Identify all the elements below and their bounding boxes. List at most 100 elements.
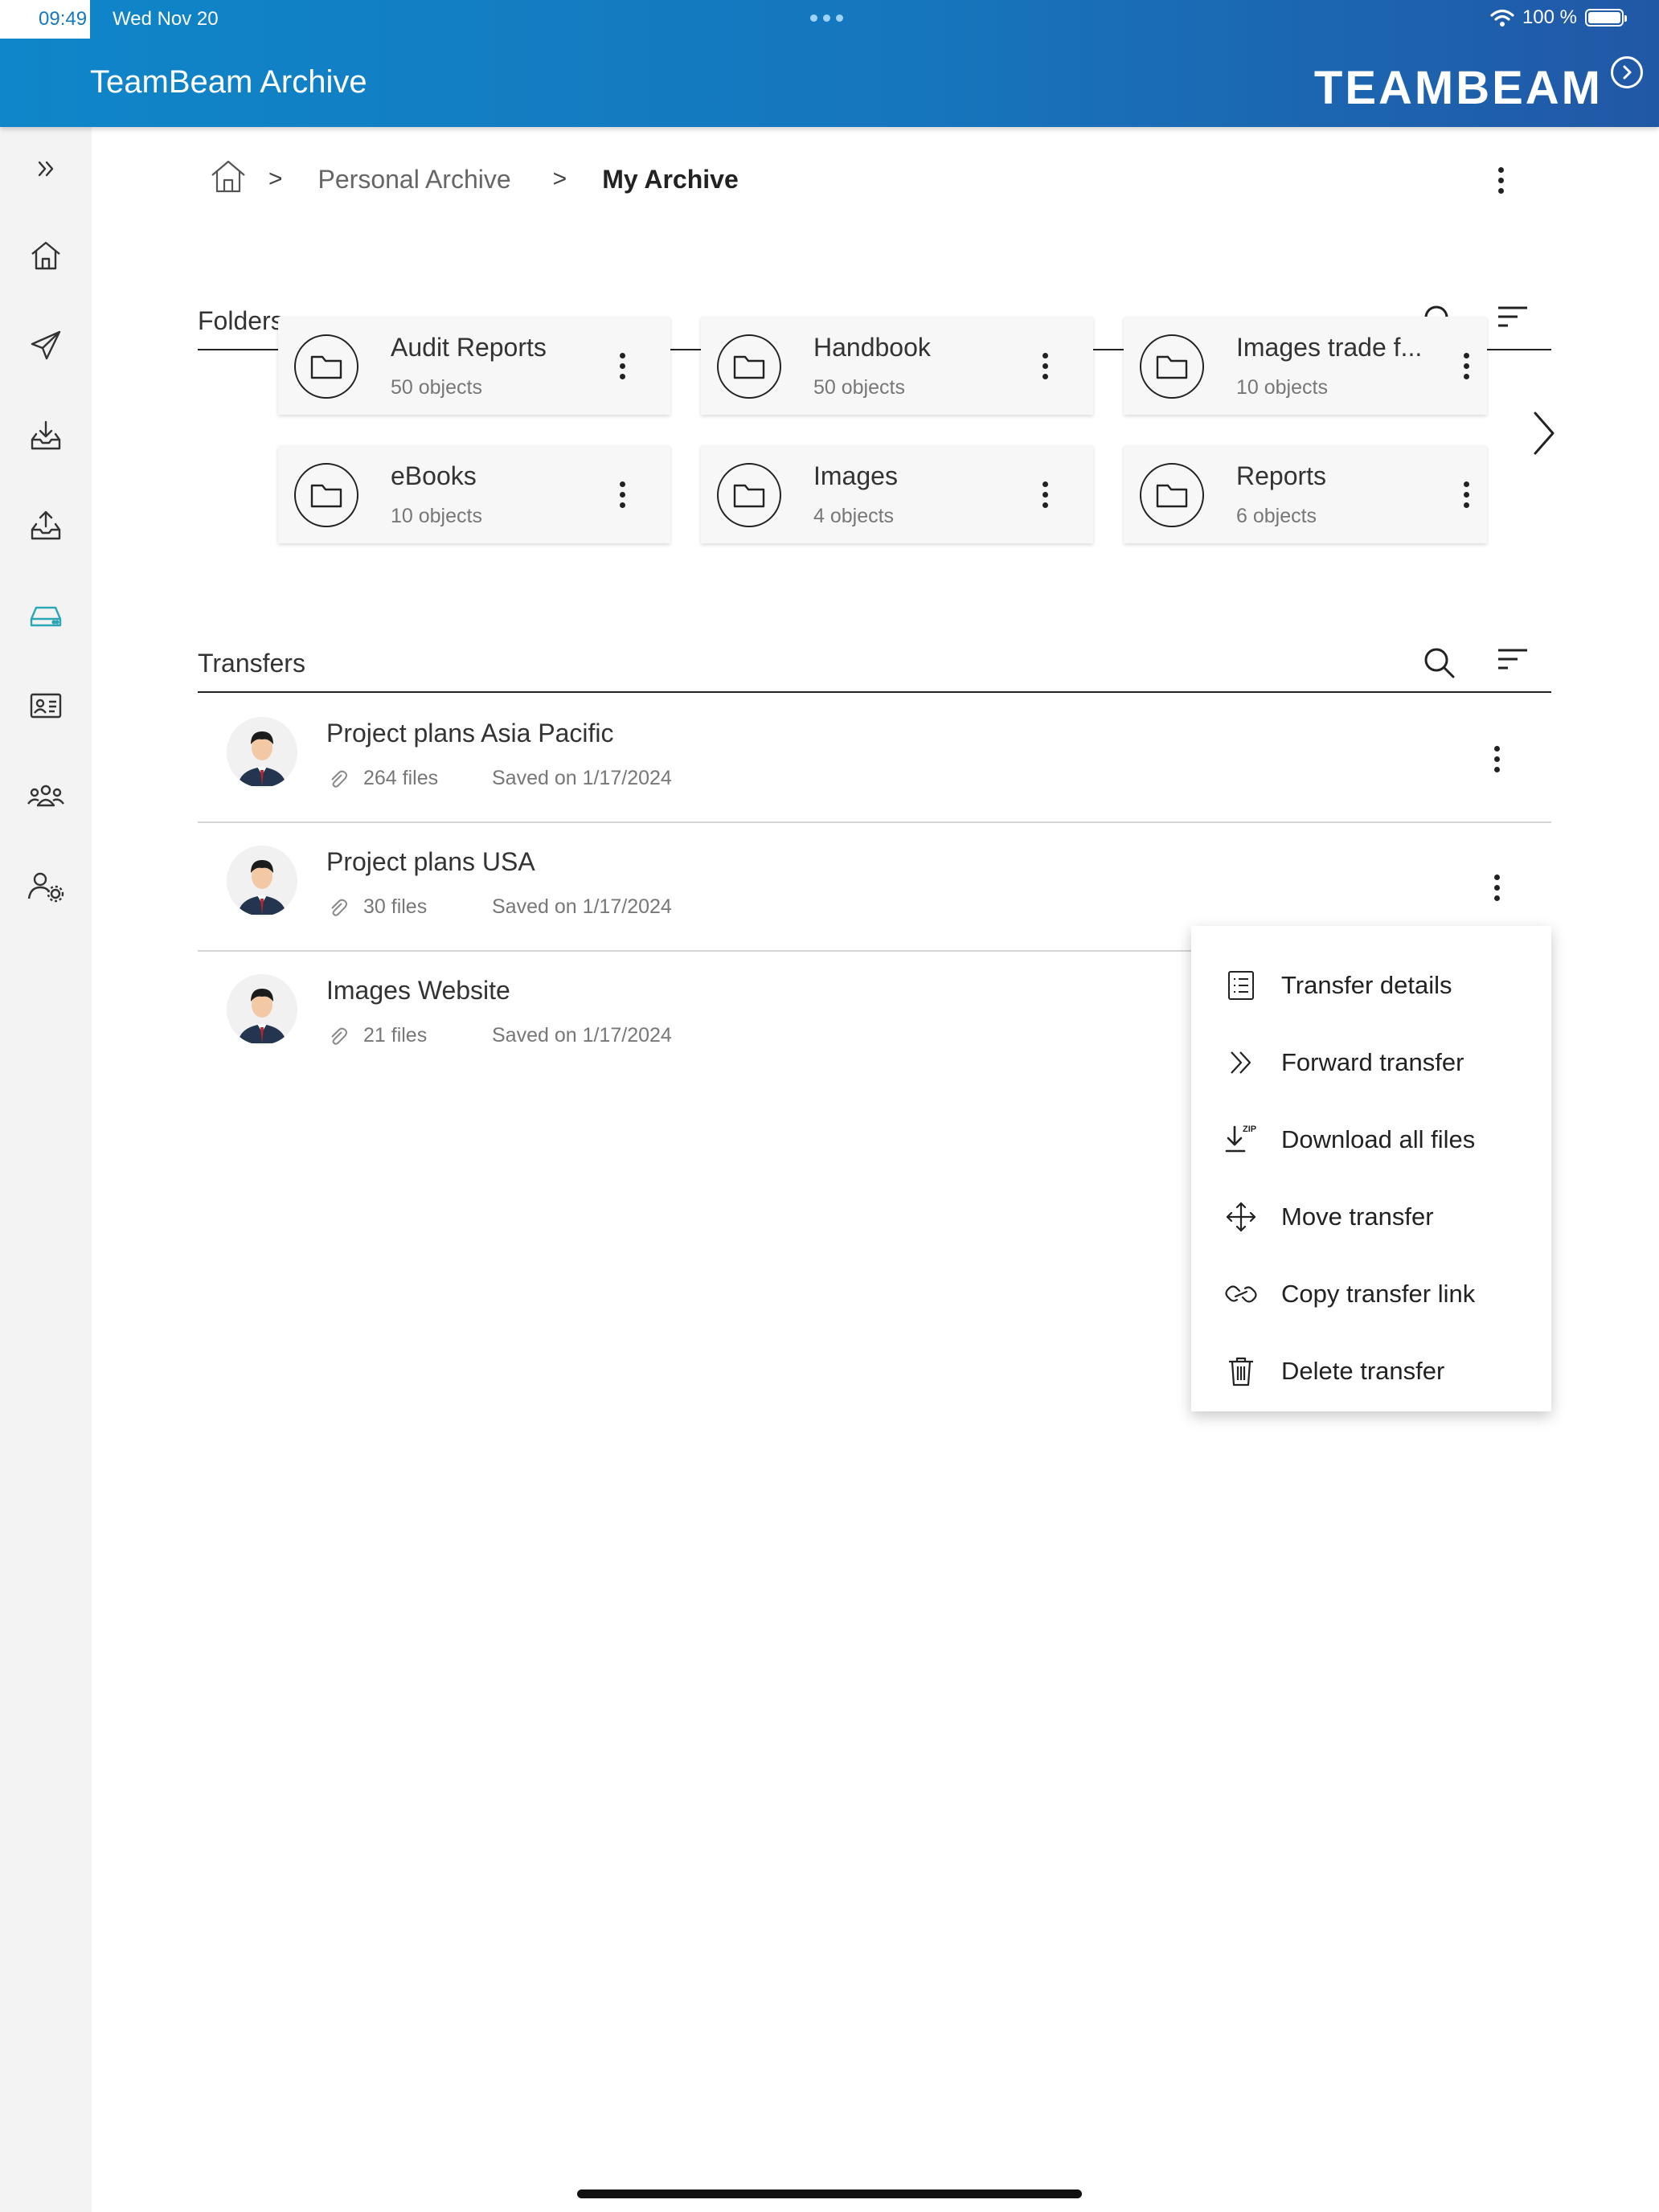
menu-item-forward-transfer[interactable]: Forward transfer [1191,1024,1551,1101]
status-date: Wed Nov 20 [113,8,219,30]
folder-card[interactable]: eBooks 10 objects [278,445,670,543]
folder-count: 50 objects [391,376,482,399]
sidebar-expand-icon[interactable] [22,145,70,193]
move-icon [1223,1199,1259,1235]
breadcrumb-personal-archive[interactable]: Personal Archive [318,165,511,195]
menu-item-move-transfer[interactable]: Move transfer [1191,1178,1551,1256]
status-right: 100 % [1490,6,1627,29]
sidebar-home-icon[interactable] [22,231,70,280]
sidebar-send-icon[interactable] [22,322,70,370]
folder-more-icon[interactable] [1029,342,1061,390]
transfer-more-icon[interactable] [1481,863,1513,911]
user-avatar-icon [227,717,297,788]
folder-icon [294,334,358,399]
folder-icon [294,463,358,527]
folder-more-icon[interactable] [1450,342,1482,390]
transfer-name: Images Website [326,976,510,1005]
transfer-more-icon[interactable] [1481,735,1513,783]
folder-count: 4 objects [813,505,895,527]
folders-sort-icon[interactable] [1497,304,1529,331]
user-avatar-icon [227,974,297,1045]
transfer-saved-date: Saved on 1/17/2024 [492,895,672,918]
folder-icon [717,334,781,399]
transfer-context-menu: Transfer details Forward transfer ZIP Do… [1191,926,1551,1411]
folder-count: 6 objects [1236,505,1317,527]
status-time: 09:49 [39,8,88,30]
sidebar-users-icon[interactable] [22,772,70,820]
folder-icon [1140,463,1204,527]
transfer-file-count: 21 files [363,1024,428,1047]
transfers-title: Transfers [198,649,305,678]
sidebar-contacts-icon[interactable] [22,682,70,730]
breadcrumb-separator: > [552,166,567,192]
menu-item-copy-transfer-link[interactable]: Copy transfer link [1191,1256,1551,1333]
sidebar-archive-icon[interactable] [22,592,70,640]
paperclip-icon [331,899,347,916]
transfer-file-count: 30 files [363,895,428,918]
trash-icon [1223,1354,1259,1389]
transfer-name: Project plans USA [326,847,535,876]
folders-title: Folders [198,306,284,335]
transfer-file-count: 264 files [363,767,439,789]
page-more-icon[interactable] [1485,156,1517,204]
list-details-icon [1223,968,1259,1003]
app-header: 09:49 Wed Nov 20 100 % TeamBeam Archive … [0,0,1659,127]
brand-logo: TEAMBEAM [1313,62,1603,114]
sidebar-user-settings-icon[interactable] [22,862,70,910]
folder-card[interactable]: Images trade f... 10 objects [1124,317,1487,415]
folder-more-icon[interactable] [1450,470,1482,518]
download-zip-icon: ZIP [1223,1122,1259,1157]
paperclip-icon [331,770,347,788]
transfers-section-header: Transfers [198,645,1551,693]
transfer-row[interactable]: Project plans Asia Pacific 264 files Sav… [198,694,1551,823]
folder-more-icon[interactable] [1029,470,1061,518]
folder-name: Audit Reports [391,333,547,362]
folder-name: Handbook [813,333,931,362]
wifi-icon [1490,9,1514,27]
folder-count: 50 objects [813,376,905,399]
folder-name: Images [813,461,898,490]
breadcrumb-home-icon[interactable] [209,158,248,201]
breadcrumb-current: My Archive [602,164,739,194]
battery-icon [1585,9,1627,27]
folder-card[interactable]: Reports 6 objects [1124,445,1487,543]
multitasking-dots-icon[interactable] [810,14,843,22]
status-bar: 09:49 Wed Nov 20 100 % [0,0,1659,39]
folder-more-icon[interactable] [606,470,638,518]
forward-icon [1223,1045,1259,1080]
transfer-name: Project plans Asia Pacific [326,719,614,748]
menu-item-label: Download all files [1281,1125,1476,1153]
sidebar-inbox-icon[interactable] [22,412,70,460]
home-indicator[interactable] [577,2189,1082,2198]
folder-card[interactable]: Audit Reports 50 objects [278,317,670,415]
folder-count: 10 objects [1236,376,1328,399]
battery-percent: 100 % [1522,6,1577,28]
svg-text:ZIP: ZIP [1243,1124,1256,1134]
menu-item-transfer-details[interactable]: Transfer details [1191,947,1551,1024]
breadcrumb-separator: > [268,166,283,192]
transfers-sort-icon[interactable] [1497,646,1529,674]
sidebar-outbox-icon[interactable] [22,502,70,550]
transfer-saved-date: Saved on 1/17/2024 [492,1024,672,1047]
menu-item-label: Delete transfer [1281,1357,1445,1385]
menu-item-download-all-files[interactable]: ZIP Download all files [1191,1101,1551,1178]
folder-card[interactable]: Images 4 objects [701,445,1093,543]
folder-card[interactable]: Handbook 50 objects [701,317,1093,415]
transfers-search-icon[interactable] [1421,645,1456,680]
folder-name: Images trade f... [1236,333,1423,362]
transfer-meta: 264 files Saved on 1/17/2024 [326,767,672,790]
folder-name: Reports [1236,461,1327,490]
transfer-meta: 21 files Saved on 1/17/2024 [326,1024,672,1047]
folder-more-icon[interactable] [606,342,638,390]
transfer-meta: 30 files Saved on 1/17/2024 [326,895,672,919]
app-title: TeamBeam Archive [90,64,367,100]
menu-item-delete-transfer[interactable]: Delete transfer [1191,1333,1551,1410]
menu-item-label: Move transfer [1281,1202,1434,1231]
folders-next-icon[interactable] [1522,405,1563,461]
menu-item-label: Transfer details [1281,971,1452,999]
brand-arrow-icon [1611,56,1643,88]
sidebar [0,127,92,2212]
folder-name: eBooks [391,461,477,490]
folder-icon [717,463,781,527]
folder-count: 10 objects [391,505,482,527]
